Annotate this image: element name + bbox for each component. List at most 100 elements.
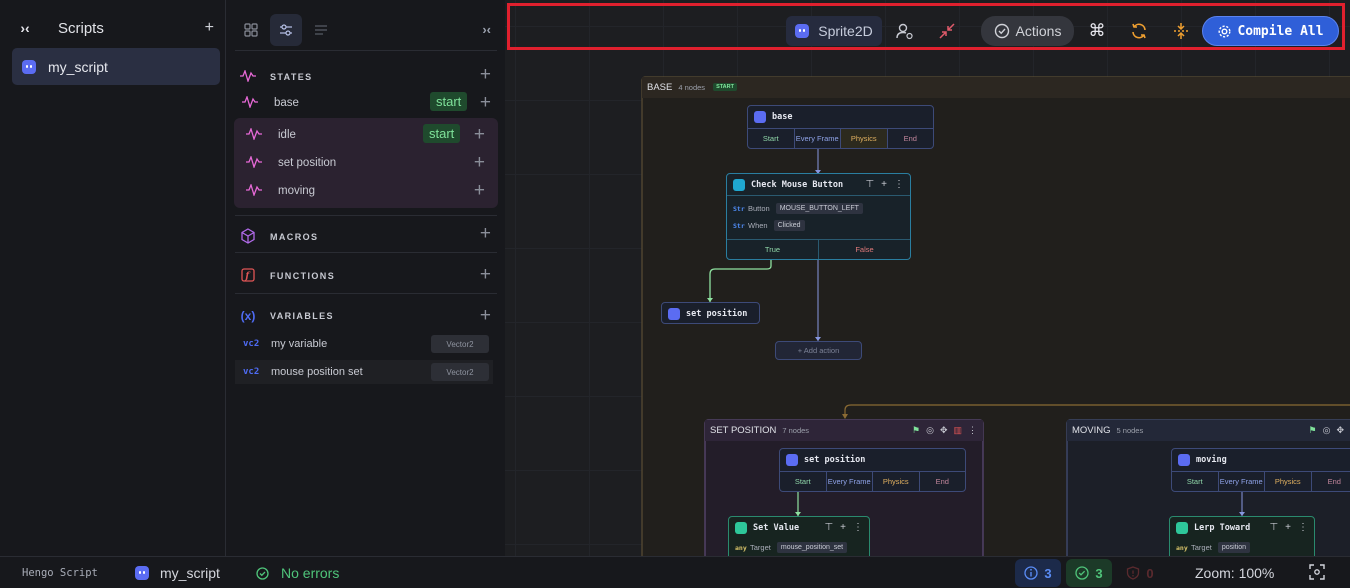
compile-label: Compile All: [1237, 23, 1324, 39]
add-to-state-button[interactable]: +: [474, 181, 485, 200]
ok-count-badge[interactable]: 3: [1066, 559, 1112, 587]
add-to-state-button[interactable]: +: [474, 125, 485, 144]
expand-button[interactable]: [1166, 16, 1196, 46]
add-action-button[interactable]: + Add action: [775, 341, 862, 360]
collapse-node-icon[interactable]: ⊤: [865, 180, 874, 190]
refresh-button[interactable]: [1124, 16, 1154, 46]
set-value-node[interactable]: Set Value ⊤ + ⋮ any Target mouse_position_…: [728, 516, 870, 556]
add-variable-button[interactable]: +: [480, 306, 491, 325]
tab-end[interactable]: End: [920, 472, 966, 491]
sprite-type-button[interactable]: Sprite2D: [786, 16, 882, 46]
prop-value[interactable]: Clicked: [773, 220, 805, 231]
state-node-set-position[interactable]: set position Start Every Frame Physics E…: [779, 448, 966, 492]
add-icon[interactable]: +: [840, 523, 846, 533]
function-icon: f: [239, 268, 257, 284]
graph-canvas[interactable]: BASE 4 nodes START SET POSITION 7 nodes …: [505, 0, 1350, 556]
tab-grid[interactable]: [235, 14, 267, 46]
zoom-level[interactable]: Zoom: 100%: [1195, 565, 1274, 581]
tab-every-frame[interactable]: Every Frame: [1219, 472, 1265, 491]
tab-every-frame[interactable]: Every Frame: [827, 472, 873, 491]
branch-false[interactable]: False: [819, 240, 910, 259]
group-set-position[interactable]: SET POSITION 7 nodes ⚑ ◎ ✥ ▥ ⋮: [705, 420, 983, 441]
tab-settings[interactable]: [270, 14, 302, 46]
lerp-toward-node[interactable]: Lerp Toward ⊤ + ⋮ any Target position: [1169, 516, 1315, 556]
node-icon: [786, 454, 798, 466]
collapse-icon[interactable]: ›‹: [12, 15, 38, 41]
command-palette-button[interactable]: ⌘: [1082, 16, 1112, 46]
script-item-my-script[interactable]: my_script: [12, 48, 220, 85]
tab-end[interactable]: End: [1312, 472, 1350, 491]
group-base[interactable]: BASE 4 nodes START: [642, 77, 942, 98]
start-badge[interactable]: start: [430, 92, 468, 111]
ok-count: 3: [1095, 565, 1103, 581]
add-function-button[interactable]: +: [480, 265, 491, 284]
tab-start[interactable]: Start: [1172, 472, 1219, 491]
more-icon[interactable]: ⋮: [1298, 523, 1308, 533]
script-item-label: my_script: [48, 58, 108, 75]
group-moving[interactable]: MOVING 5 nodes ⚑ ◎ ✥: [1067, 420, 1350, 441]
scripts-header: ›‹ Scripts +: [12, 12, 220, 44]
add-to-state-button[interactable]: +: [474, 153, 485, 172]
add-to-state-button[interactable]: +: [480, 93, 491, 112]
check-mouse-button-node[interactable]: Check Mouse Button ⊤ + ⋮ Str Button MOUSE_…: [726, 173, 911, 260]
delete-icon[interactable]: ▥: [953, 425, 962, 435]
warn-count-badge[interactable]: 0: [1117, 559, 1163, 587]
actions-button[interactable]: Actions: [981, 16, 1074, 46]
grid-icon: [244, 23, 258, 37]
fit-view-button[interactable]: [1309, 564, 1325, 580]
prop-label: Button: [748, 204, 770, 213]
compile-all-button[interactable]: Compile All: [1202, 16, 1339, 46]
move-icon[interactable]: ✥: [940, 425, 948, 435]
more-icon[interactable]: ⋮: [853, 523, 863, 533]
flag-icon[interactable]: ⚑: [912, 425, 920, 435]
errors-status[interactable]: No errors: [256, 565, 339, 581]
tab-list[interactable]: [305, 14, 337, 46]
start-badge[interactable]: start: [423, 124, 461, 143]
tab-end[interactable]: End: [888, 129, 934, 148]
move-icon[interactable]: ✥: [1336, 425, 1344, 435]
add-script-button[interactable]: +: [205, 19, 214, 37]
prop-value[interactable]: position: [1217, 542, 1250, 553]
variable-item[interactable]: vc2 mouse position set Vector2: [235, 360, 493, 384]
prop-value[interactable]: MOUSE_BUTTON_LEFT: [775, 203, 863, 214]
branch-true[interactable]: True: [727, 240, 819, 259]
state-node-base[interactable]: base Start Every Frame Physics End: [747, 105, 934, 149]
tab-physics[interactable]: Physics: [873, 472, 920, 491]
tab-every-frame[interactable]: Every Frame: [795, 129, 841, 148]
info-count-badge[interactable]: 3: [1015, 559, 1061, 587]
add-icon[interactable]: +: [1285, 523, 1291, 533]
more-icon[interactable]: ⋮: [968, 425, 977, 435]
node-icon: [754, 111, 766, 123]
user-cog-icon: [896, 23, 913, 40]
state-node-moving[interactable]: moving Start Every Frame Physics End: [1171, 448, 1350, 492]
flag-icon[interactable]: ⚑: [1309, 425, 1317, 435]
prop-label: When: [748, 221, 768, 230]
collapse-panel-icon[interactable]: ›‹: [482, 22, 491, 37]
collapse-node-icon[interactable]: ⊤: [824, 523, 833, 533]
actions-label: Actions: [1015, 23, 1062, 39]
target-icon[interactable]: ◎: [926, 425, 934, 435]
state-item-moving[interactable]: moving: [245, 180, 485, 202]
more-icon[interactable]: ⋮: [894, 180, 904, 190]
add-state-button[interactable]: +: [480, 65, 491, 84]
tab-start[interactable]: Start: [748, 129, 795, 148]
branch-outputs: True False: [727, 239, 910, 259]
variable-type-select[interactable]: Vector2: [431, 335, 489, 353]
user-settings-button[interactable]: [890, 16, 920, 46]
current-script[interactable]: my_script: [135, 565, 220, 581]
shrink-button[interactable]: [932, 16, 962, 46]
equals-icon: [735, 522, 747, 534]
tab-start[interactable]: Start: [780, 472, 827, 491]
tab-physics[interactable]: Physics: [1265, 472, 1312, 491]
variable-item[interactable]: vc2 my variable Vector2: [235, 332, 493, 356]
target-icon[interactable]: ◎: [1323, 425, 1331, 435]
variable-type-select[interactable]: Vector2: [431, 363, 489, 381]
set-position-node[interactable]: set position: [661, 302, 760, 324]
sprite-icon: [135, 566, 149, 580]
tab-physics[interactable]: Physics: [841, 129, 888, 148]
add-icon[interactable]: +: [881, 180, 887, 190]
prop-value[interactable]: mouse_position_set: [776, 542, 848, 553]
collapse-node-icon[interactable]: ⊤: [1269, 523, 1278, 533]
state-item-set-position[interactable]: set position: [245, 152, 485, 174]
add-macro-button[interactable]: +: [480, 224, 491, 243]
